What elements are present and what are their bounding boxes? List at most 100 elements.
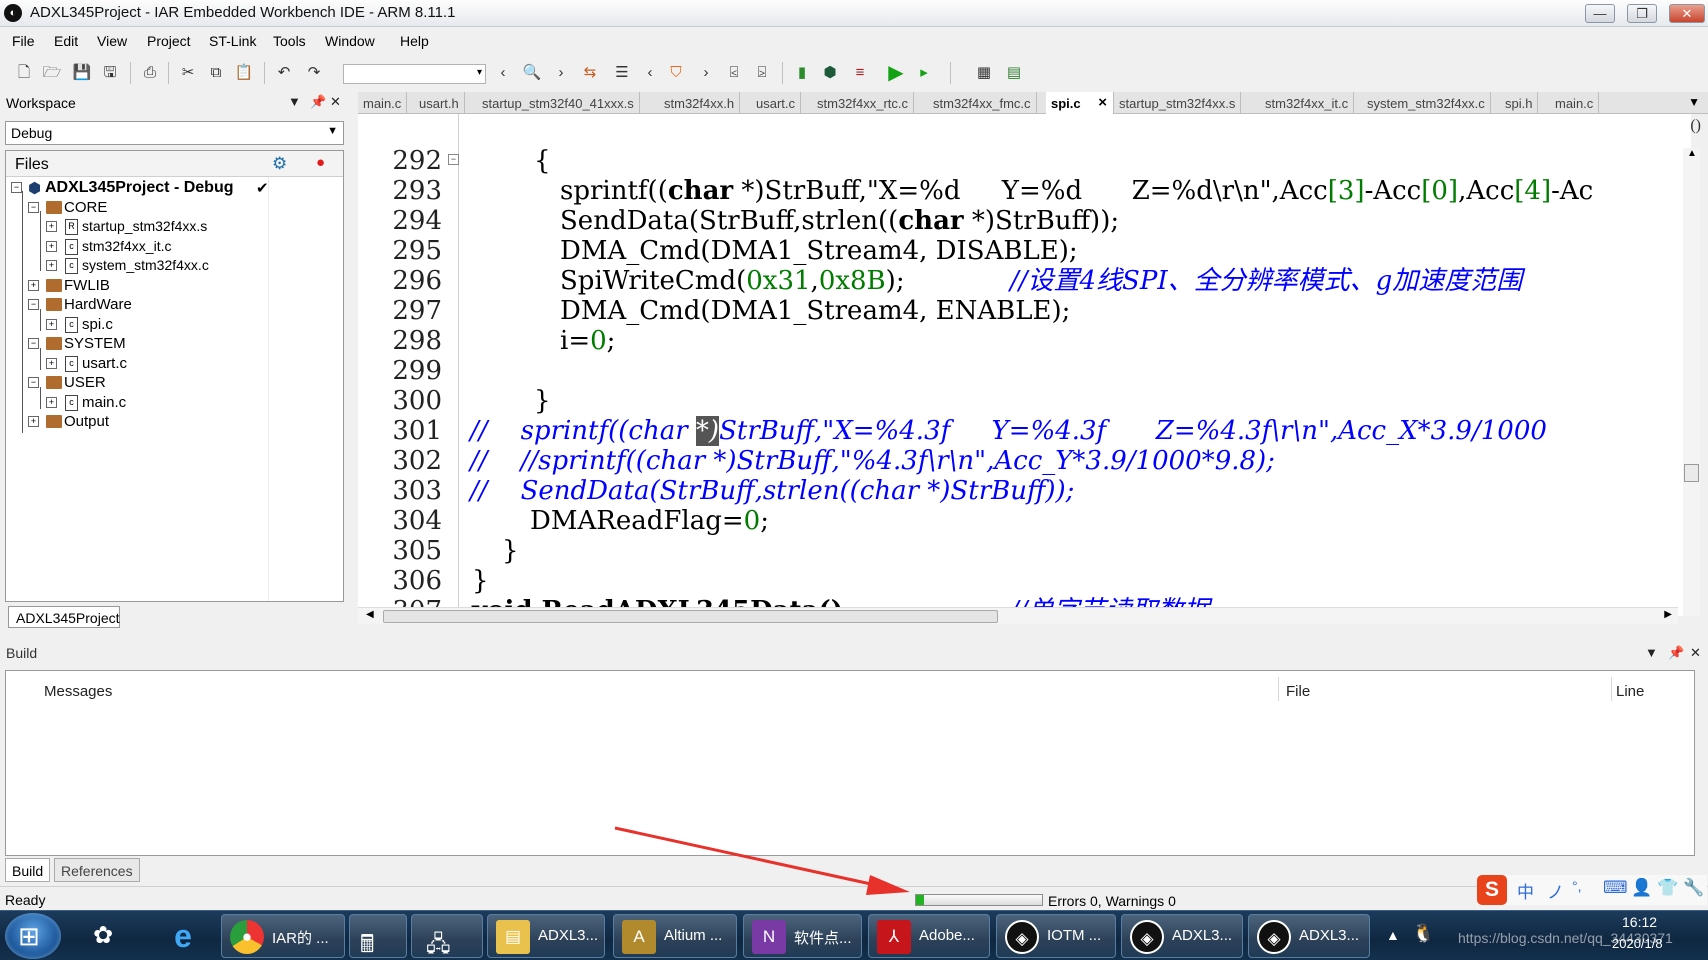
build-pin-icon[interactable]: 📌	[1668, 645, 1684, 661]
nav-forward-icon[interactable]: ›	[551, 63, 571, 83]
window-layout-icon[interactable]: ▦	[974, 63, 994, 83]
ime-chinese-icon[interactable]: 中	[1517, 878, 1534, 903]
tree-file-startup[interactable]: + R startup_stm32f4xx.s	[6, 217, 343, 238]
workspace-close-icon[interactable]: ✕	[330, 94, 341, 110]
download-debug-icon[interactable]: ▶	[886, 63, 906, 83]
task-chrome[interactable]: ● IAR的 ...	[221, 914, 345, 958]
scrollbar-thumb[interactable]	[383, 610, 998, 623]
menu-file[interactable]: File	[12, 33, 35, 49]
tree-file-spi[interactable]: + c spi.c	[6, 315, 343, 336]
sogou-logo-icon[interactable]: S	[1477, 875, 1507, 905]
pin-icon[interactable]: 📌	[310, 94, 326, 110]
menu-help[interactable]: Help	[400, 33, 429, 49]
paste-icon[interactable]: 📋	[234, 63, 254, 83]
tree-folder-core[interactable]: − CORE	[6, 198, 343, 219]
menu-project[interactable]: Project	[147, 33, 191, 49]
find-combo[interactable]: ▾	[343, 64, 486, 84]
task-iotm[interactable]: ◈ IOTM ...	[996, 914, 1116, 958]
tab-fmc-c[interactable]: stm32f4xx_fmc.c	[928, 92, 1037, 114]
open-file-icon[interactable]: 🗁	[42, 63, 62, 83]
ime-keyboard-icon[interactable]: ⌨	[1603, 878, 1628, 898]
tab-usart-h[interactable]: usart.h	[414, 92, 465, 114]
task-adxl-2[interactable]: ◈ ADXL3...	[1248, 914, 1370, 958]
clock-date[interactable]: 2020/1/8	[1612, 936, 1663, 951]
tab-stm32f4xx-h[interactable]: stm32f4xx.h	[659, 92, 741, 114]
go-to-icon[interactable]: ☰	[612, 63, 632, 83]
task-network[interactable]: 🖧	[411, 914, 483, 958]
print-icon[interactable]: ⎙	[140, 63, 160, 83]
tree-folder-fwlib[interactable]: + FWLIB	[6, 276, 343, 297]
task-calculator[interactable]: 🖩	[349, 914, 407, 958]
tab-usart-c[interactable]: usart.c	[751, 92, 802, 114]
tree-folder-system[interactable]: − SYSTEM	[6, 334, 343, 355]
tab-spi-c[interactable]: spi.c ×	[1046, 92, 1114, 114]
task-explorer[interactable]: ▤ ADXL3...	[487, 914, 605, 958]
menu-edit[interactable]: Edit	[54, 33, 78, 49]
tree-file-system[interactable]: + c system_stm32f4xx.c	[6, 256, 343, 277]
minimize-button[interactable]: —	[1585, 4, 1615, 23]
debug-layout-icon[interactable]: ▤	[1004, 63, 1024, 83]
configuration-select[interactable]: Debug ▼	[5, 121, 344, 145]
undo-icon[interactable]: ↶	[274, 63, 294, 83]
col-file[interactable]: File	[1286, 683, 1310, 700]
col-messages[interactable]: Messages	[44, 683, 112, 700]
next-icon[interactable]: ›	[696, 63, 716, 83]
task-adobe[interactable]: ⅄ Adobe...	[868, 914, 990, 958]
prev-icon[interactable]: ‹	[640, 63, 660, 83]
save-icon[interactable]: 💾	[72, 63, 92, 83]
tree-folder-hardware[interactable]: − HardWare	[6, 295, 343, 316]
tab-startup-f40[interactable]: startup_stm32f40_41xxx.s	[477, 92, 640, 114]
ime-moon-icon[interactable]: ノ	[1547, 878, 1564, 903]
tree-folder-user[interactable]: − USER	[6, 373, 343, 394]
ie-icon[interactable]: e	[155, 915, 211, 957]
search-icon[interactable]: 🔍	[522, 63, 542, 83]
tree-file-it[interactable]: + c stm32f4xx_it.c	[6, 237, 343, 258]
build-menu-icon[interactable]: ▼	[1645, 645, 1658, 660]
copy-icon[interactable]: ⧉	[206, 63, 226, 83]
qq-icon[interactable]: 🐧	[1412, 923, 1434, 944]
cut-icon[interactable]: ✂	[178, 63, 198, 83]
close-icon[interactable]: ×	[1098, 94, 1107, 111]
gear-icon[interactable]: ⚙	[272, 154, 287, 174]
restore-button[interactable]: ❐	[1627, 4, 1657, 23]
menu-view[interactable]: View	[97, 33, 127, 49]
tree-folder-output[interactable]: + Output	[6, 412, 343, 433]
tree-file-usart[interactable]: + c usart.c	[6, 354, 343, 375]
menu-window[interactable]: Window	[325, 33, 375, 49]
code-editor[interactable]: 292 293 294 295 296 297 298 299 300 301 …	[358, 114, 1691, 616]
start-button[interactable]: ⊞	[5, 913, 61, 959]
tab-spi-h[interactable]: spi.h	[1500, 92, 1539, 114]
media-center-icon[interactable]: ✿	[75, 915, 131, 957]
build-close-icon[interactable]: ✕	[1690, 645, 1701, 661]
stop-build-icon[interactable]: ≡	[850, 63, 870, 83]
menu-tools[interactable]: Tools	[273, 33, 306, 49]
make-icon[interactable]: ⬢	[820, 63, 840, 83]
replace-icon[interactable]: ⇆	[580, 63, 600, 83]
bookmark-icon[interactable]: ⛉	[666, 63, 686, 83]
nav-back-icon[interactable]: ‹	[493, 63, 513, 83]
tab-main-c-2[interactable]: main.c	[1550, 92, 1600, 114]
compile-icon[interactable]: ▮	[792, 63, 812, 83]
tab-references[interactable]: References	[54, 858, 140, 882]
prev-bookmark-icon[interactable]: ⍃	[724, 63, 744, 83]
editor-vertical-scrollbar[interactable]: ▲	[1683, 148, 1700, 616]
tab-system-c[interactable]: system_stm32f4xx.c	[1362, 92, 1491, 114]
tab-list-icon[interactable]: ▼	[1688, 95, 1700, 109]
close-button[interactable]: ✕	[1669, 4, 1705, 23]
tray-expand-icon[interactable]: ▲	[1386, 927, 1400, 943]
save-all-icon[interactable]: 🖫	[100, 63, 120, 83]
next-bookmark-icon[interactable]: ⍄	[752, 63, 772, 83]
workspace-project-tab[interactable]: ADXL345Project	[8, 606, 120, 628]
ime-skin-icon[interactable]: 👕	[1657, 878, 1678, 898]
redo-icon[interactable]: ↷	[304, 63, 324, 83]
task-onenote[interactable]: N 软件点...	[743, 914, 862, 958]
workspace-menu-icon[interactable]: ▼	[288, 94, 301, 109]
col-line[interactable]: Line	[1616, 683, 1644, 700]
fold-toggle-icon[interactable]: −	[448, 154, 459, 165]
clock-time[interactable]: 16:12	[1622, 914, 1657, 930]
ime-settings-icon[interactable]: 🔧	[1683, 878, 1704, 898]
ime-user-icon[interactable]: 👤	[1631, 878, 1652, 898]
tab-main-c[interactable]: main.c	[358, 92, 408, 114]
tab-build[interactable]: Build	[5, 858, 51, 882]
menu-st-link[interactable]: ST-Link	[209, 33, 256, 49]
